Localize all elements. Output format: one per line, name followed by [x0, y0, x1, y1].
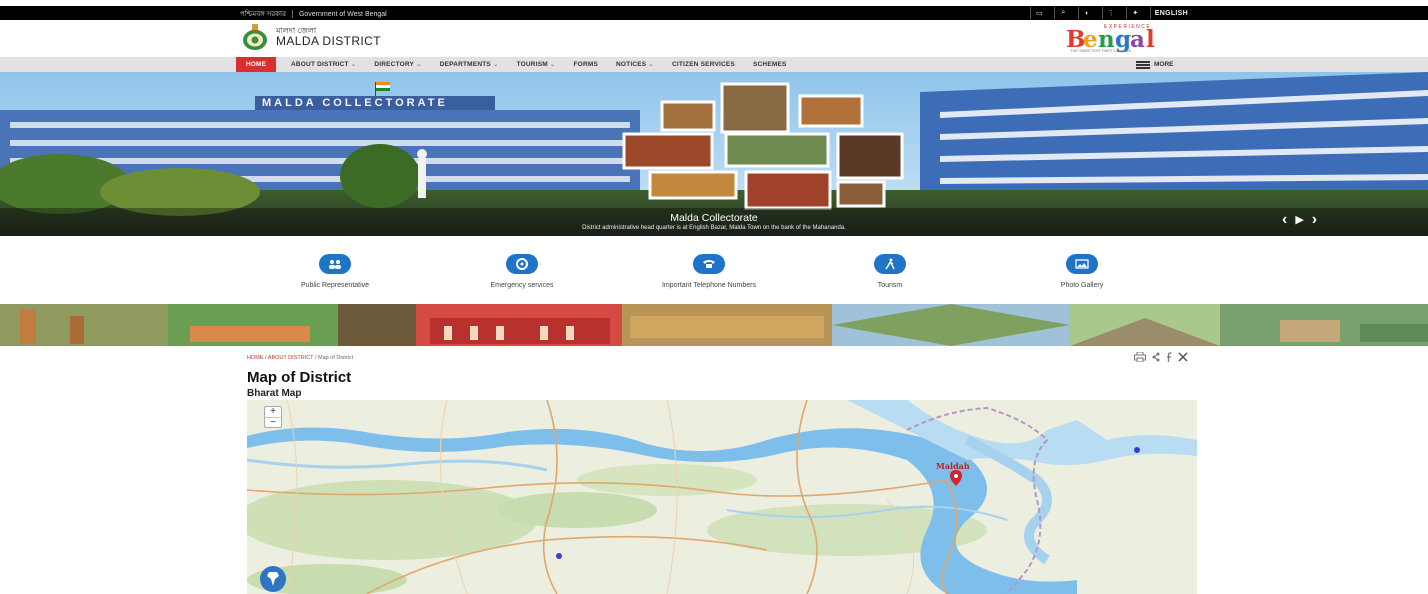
breadcrumb-current: Map of District: [318, 355, 354, 361]
quick-link-emergency-services[interactable]: Emergency services: [442, 254, 602, 289]
slider-prev-button[interactable]: ‹: [1282, 212, 1287, 228]
language-select[interactable]: ENGLISH: [1149, 7, 1192, 19]
site-header: [0, 20, 1428, 57]
slider-pause-button[interactable]: ▶: [1295, 212, 1303, 228]
india-map-icon[interactable]: [260, 566, 286, 592]
slider-next-button[interactable]: ›: [1312, 212, 1317, 228]
quick-link-tourism[interactable]: Tourism: [810, 254, 970, 289]
sitemap-icon[interactable]: ⋮: [1101, 7, 1120, 19]
government-bengali: পশ্চিমবঙ্গ সরকার: [240, 11, 286, 18]
search-icon[interactable]: ⌕: [1053, 7, 1072, 19]
nav-directory[interactable]: DIRECTORY ⌄: [365, 57, 430, 72]
photo-strip-image: [0, 304, 1428, 346]
print-icon[interactable]: [1134, 352, 1146, 362]
zoom-in-button[interactable]: +: [265, 407, 281, 417]
chevron-down-icon: ⌄: [648, 61, 654, 68]
district-emblem-icon[interactable]: [242, 22, 268, 52]
nav-schemes[interactable]: SCHEMES: [744, 57, 796, 72]
nav-notices-label: NOTICES: [616, 61, 647, 68]
nav-more-label: MORE: [1154, 61, 1174, 68]
quick-link-public-representative[interactable]: Public Representative: [255, 254, 415, 289]
slide-caption-title: Malda Collectorate: [670, 212, 758, 224]
quick-link-photo-gallery[interactable]: Photo Gallery: [1002, 254, 1162, 289]
quick-link-label: Photo Gallery: [1060, 282, 1104, 289]
hamburger-icon: [1136, 60, 1150, 69]
quick-link-label: Public Representative: [300, 282, 370, 289]
chevron-down-icon: ⌄: [492, 61, 499, 68]
accessibility-icon[interactable]: ◐: [1077, 7, 1096, 19]
chevron-down-icon: ⌄: [549, 61, 556, 68]
quick-link-telephone-numbers[interactable]: Important Telephone Numbers: [629, 254, 789, 289]
slider-controls: ‹ ▶ ›: [1282, 212, 1317, 228]
nav-directory-label: DIRECTORY: [374, 61, 415, 68]
gallery-icon: [1066, 254, 1098, 274]
topbar-tools: ▭ ⌕ ◐ ⋮ ✦ ENGLISH: [1029, 7, 1192, 19]
map-zoom-control: + −: [264, 406, 282, 428]
page-title: Map of District: [247, 369, 352, 386]
breadcrumb-about-district[interactable]: ABOUT DISTRICT: [268, 355, 314, 361]
government-label[interactable]: পশ্চিমবঙ্গ সরকার Government of West Benga…: [240, 8, 387, 20]
nav-citizen-label: CITIZEN SERVICES: [671, 61, 735, 68]
slide-caption-subtitle: District administrative head quarter is …: [582, 225, 846, 231]
government-topbar: পশ্চিমবঙ্গ সরকার Government of West Benga…: [0, 6, 1428, 20]
quick-link-label: Tourism: [877, 282, 903, 289]
svg-text:l: l: [1146, 26, 1155, 53]
facebook-icon[interactable]: [1166, 352, 1172, 362]
bengal-logo-tagline: THE SWEETEST PART OF INDIA: [1070, 48, 1131, 53]
breadcrumb: HOME / ABOUT DISTRICT / Map of District: [247, 355, 353, 361]
phone-icon: [693, 254, 725, 274]
nav-citizen-services[interactable]: CITIZEN SERVICES: [663, 57, 744, 72]
svg-text:a: a: [1130, 26, 1145, 53]
quick-link-label: Emergency services: [490, 282, 554, 289]
site-title[interactable]: MALDA DISTRICT: [276, 34, 381, 48]
chevron-down-icon: ⌄: [416, 61, 422, 68]
x-icon[interactable]: [1178, 352, 1188, 362]
chevron-down-icon: ⌄: [350, 61, 357, 68]
quick-link-label: Important Telephone Numbers: [661, 282, 757, 289]
nav-about-label: ABOUT DISTRICT: [291, 61, 349, 68]
main-navigation: HOME ABOUT DISTRICT ⌄ DIRECTORY ⌄ DEPARTME…: [0, 57, 1428, 72]
nav-tourism-label: TOURISM: [516, 61, 548, 68]
accessibility-person-icon[interactable]: ✦: [1125, 7, 1144, 19]
nav-home-label: HOME: [245, 61, 267, 68]
nav-departments-label: DEPARTMENTS: [439, 61, 491, 68]
people-icon: [319, 254, 351, 274]
nav-notices[interactable]: NOTICES ⌄: [607, 57, 663, 72]
breadcrumb-home[interactable]: HOME: [247, 355, 264, 361]
nav-more-button[interactable]: MORE: [1136, 57, 1174, 72]
government-english: Government of West Bengal: [298, 11, 387, 18]
experience-bengal-logo[interactable]: EXPERIENCE B e n g a l THE SWEETEST PART…: [1064, 22, 1200, 54]
district-map[interactable]: [247, 400, 1197, 594]
traveller-icon: [874, 254, 906, 274]
nav-forms[interactable]: FORMS: [565, 57, 607, 72]
share-icon[interactable]: [1152, 352, 1160, 362]
page: পশ্চিমবঙ্গ সরকার Government of West Benga…: [0, 0, 1428, 594]
tourism-photo-strip[interactable]: [0, 304, 1428, 346]
map-title: Bharat Map: [247, 388, 302, 399]
skip-to-content-icon[interactable]: ▭: [1029, 7, 1048, 19]
map-tiles: [247, 400, 1197, 594]
nav-departments[interactable]: DEPARTMENTS ⌄: [431, 57, 508, 72]
nav-forms-label: FORMS: [573, 61, 598, 68]
quick-links: Public Representative Emergency services…: [0, 254, 1428, 294]
nav-about-district[interactable]: ABOUT DISTRICT ⌄: [282, 57, 365, 72]
hero-banner-text: MALDA COLLECTORATE: [262, 97, 448, 109]
nav-schemes-label: SCHEMES: [753, 61, 787, 68]
nav-tourism[interactable]: TOURISM ⌄: [508, 57, 565, 72]
zoom-out-button[interactable]: −: [265, 417, 281, 428]
share-tools: [1134, 352, 1188, 362]
lifebuoy-icon: [506, 254, 538, 274]
map-marker-label: Maldah: [936, 461, 970, 471]
nav-home[interactable]: HOME: [236, 57, 276, 72]
